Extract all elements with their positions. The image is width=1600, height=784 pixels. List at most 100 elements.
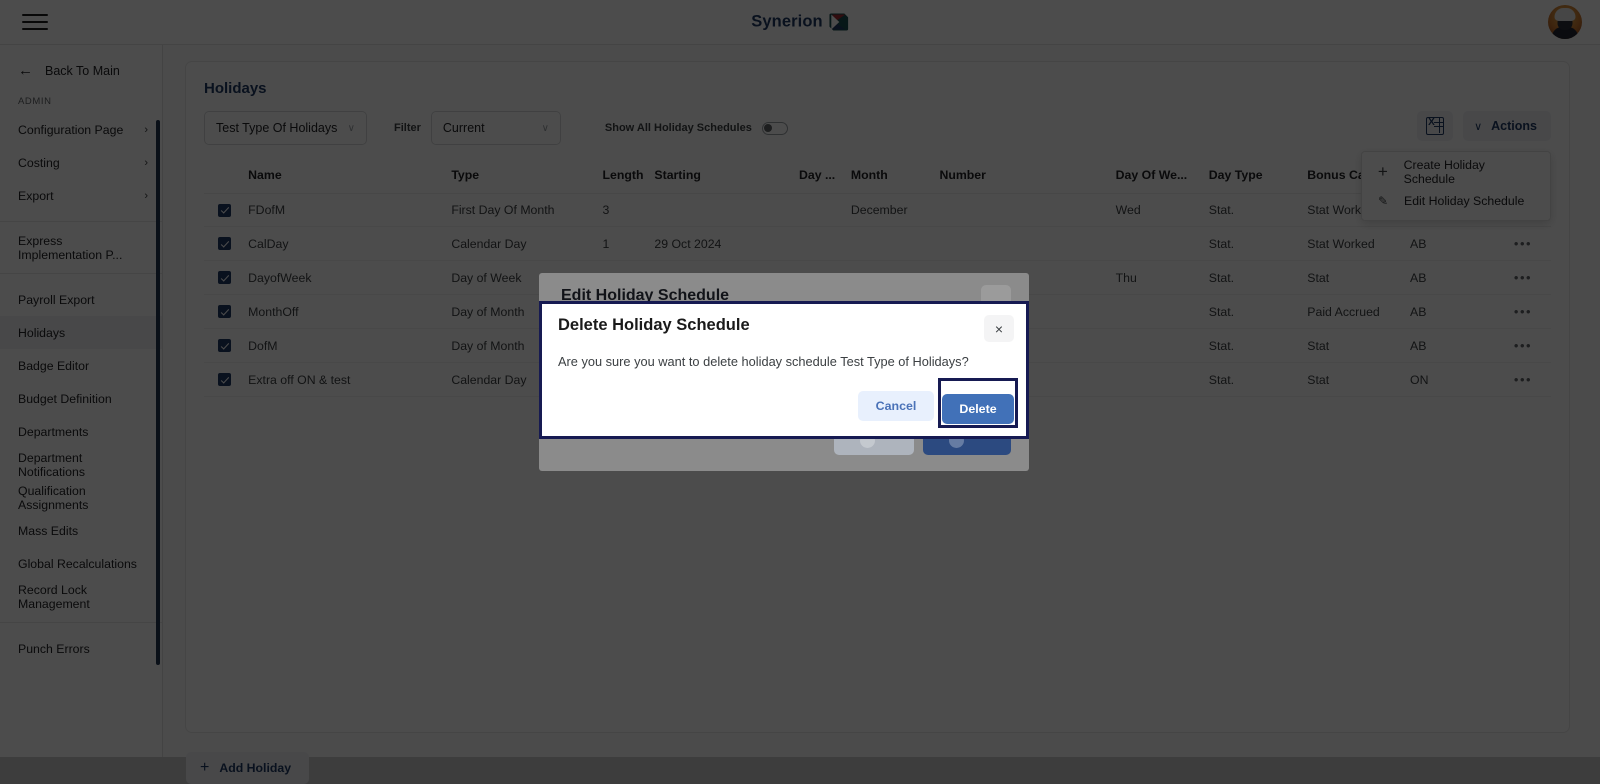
sidebar-item-badge-editor[interactable]: Badge Editor — [0, 349, 162, 382]
table-row[interactable]: CalDay Calendar Day 1 29 Oct 2024 Stat. … — [204, 226, 1551, 261]
row-checkbox[interactable] — [218, 339, 231, 352]
cell-name: CalDay — [248, 226, 452, 261]
cell-length: 3 — [602, 193, 655, 227]
cell-month: December — [850, 193, 940, 227]
row-checkbox[interactable] — [218, 237, 231, 250]
actions-button-label: Actions — [1491, 119, 1537, 133]
page-title: Holidays — [204, 80, 267, 97]
cell-day — [798, 193, 851, 227]
row-checkbox[interactable] — [218, 305, 231, 318]
sidebar-item-budget-definition[interactable]: Budget Definition — [0, 382, 162, 415]
cell-day-type: Stat. — [1208, 294, 1308, 329]
cell-name: DofM — [248, 328, 452, 363]
close-icon[interactable]: × — [984, 315, 1014, 342]
cell-type: Calendar Day — [451, 226, 603, 261]
sidebar-item-export[interactable]: Export › — [0, 179, 162, 212]
cell-day-of-week — [1115, 328, 1209, 363]
cell-day-type: Stat. — [1208, 226, 1308, 261]
sidebar-section-label: ADMIN — [18, 96, 52, 107]
back-to-main-button[interactable]: ← Back To Main — [0, 45, 162, 94]
sidebar-item-configuration-page[interactable]: Configuration Page › — [0, 113, 162, 146]
sidebar-item-departments[interactable]: Departments — [0, 415, 162, 448]
sidebar-item-qualification-assignments[interactable]: Qualification Assignments — [0, 481, 162, 514]
sidebar-item-global-recalculations[interactable]: Global Recalculations — [0, 547, 162, 580]
row-menu-icon[interactable]: ••• — [1514, 270, 1532, 285]
row-menu-icon[interactable]: ••• — [1514, 372, 1532, 387]
column-header-type[interactable]: Type — [451, 159, 603, 194]
delete-dialog-title: Delete Holiday Schedule — [558, 316, 750, 334]
show-all-holiday-schedules-label: Show All Holiday Schedules — [604, 122, 752, 134]
sidebar-item-express-implementation[interactable]: Express Implementation P... — [0, 231, 162, 264]
column-header-day[interactable]: Day ... — [798, 159, 851, 194]
row-menu-icon[interactable]: ••• — [1514, 236, 1532, 251]
row-menu-icon[interactable]: ••• — [1514, 338, 1532, 353]
sidebar-item-label: Badge Editor — [18, 358, 90, 373]
holiday-schedule-select[interactable]: Test Type Of Holidays ∨ — [204, 111, 367, 145]
chevron-down-icon: ∨ — [347, 122, 355, 134]
cell-month — [850, 226, 940, 261]
cell-bonus: Stat Worked — [1307, 226, 1411, 261]
sidebar-divider — [0, 221, 162, 222]
sidebar-item-label: Mass Edits — [18, 523, 79, 538]
sidebar-item-record-lock-management[interactable]: Record Lock Management — [0, 580, 162, 613]
cell-type: First Day Of Month — [451, 193, 603, 227]
menu-item-edit-holiday-schedule[interactable]: ✎ Edit Holiday Schedule — [1362, 186, 1550, 215]
row-checkbox[interactable] — [218, 203, 231, 217]
row-checkbox[interactable] — [218, 271, 231, 284]
cell-day-of-week — [1115, 294, 1209, 329]
sidebar-item-costing[interactable]: Costing › — [0, 146, 162, 179]
excel-export-icon[interactable] — [1417, 111, 1454, 141]
cell-name: DayofWeek — [248, 260, 452, 295]
column-header-starting[interactable]: Starting — [654, 159, 799, 194]
filter-select[interactable]: Current ∨ — [430, 111, 561, 145]
row-menu-icon[interactable]: ••• — [1514, 304, 1532, 319]
cell-name: Extra off ON & test — [248, 362, 452, 397]
sidebar-item-label: Costing — [18, 155, 60, 170]
column-header-number[interactable]: Number — [939, 159, 1116, 194]
add-holiday-label: Add Holiday — [219, 761, 292, 775]
sidebar-item-mass-edits[interactable]: Mass Edits — [0, 514, 162, 547]
cell-number — [939, 193, 1116, 227]
toolbar: Test Type Of Holidays ∨ Filter Current ∨… — [204, 111, 1551, 221]
hamburger-icon[interactable] — [22, 9, 48, 35]
column-header-day-type[interactable]: Day Type — [1208, 159, 1308, 194]
column-header-length[interactable]: Length — [602, 159, 655, 194]
sidebar-item-holidays[interactable]: Holidays — [0, 316, 162, 349]
arrow-left-icon: ← — [18, 62, 33, 79]
row-checkbox[interactable] — [218, 373, 231, 386]
cancel-button[interactable]: Cancel — [858, 391, 934, 421]
column-header-month[interactable]: Month — [850, 159, 940, 194]
delete-button[interactable]: Delete — [942, 394, 1014, 424]
sidebar-item-payroll-export[interactable]: Payroll Export — [0, 283, 162, 316]
cell-name: MonthOff — [248, 294, 452, 329]
column-header-day-of-week[interactable]: Day Of We... — [1115, 159, 1209, 194]
cell-day-of-week: Wed — [1115, 193, 1209, 227]
menu-item-create-holiday-schedule[interactable]: + Create Holiday Schedule — [1362, 157, 1550, 186]
cell-day-type: Stat. — [1208, 362, 1308, 397]
pencil-icon: ✎ — [1377, 193, 1389, 208]
toggle-switch[interactable] — [761, 121, 788, 135]
table-row[interactable]: FDofM First Day Of Month 3 December Wed … — [204, 193, 1551, 227]
sidebar-item-label: Express Implementation P... — [18, 233, 123, 262]
cell-starting: 29 Oct 2024 — [654, 226, 799, 261]
filter-select-value: Current — [442, 121, 485, 135]
show-all-holiday-schedules-toggle[interactable]: Show All Holiday Schedules — [604, 121, 788, 135]
cell-ab: AB — [1410, 294, 1495, 329]
sidebar-item-label: Qualification Assignments — [18, 483, 89, 512]
avatar[interactable] — [1548, 5, 1582, 39]
column-header-select[interactable] — [204, 159, 249, 194]
chevron-down-icon: ∨ — [1474, 120, 1483, 133]
column-header-name[interactable]: Name — [248, 159, 452, 194]
chevron-right-icon: › — [144, 189, 148, 202]
sidebar-scrollbar[interactable] — [156, 120, 160, 665]
cell-ab: AB — [1410, 328, 1495, 363]
cell-bonus: Stat — [1307, 362, 1411, 397]
table-header: Name Type Length Starting Day ... Month … — [204, 159, 1551, 194]
filter-label: Filter — [394, 122, 421, 134]
sidebar-item-punch-errors[interactable]: Punch Errors — [0, 632, 162, 665]
cell-day-type: Stat. — [1208, 260, 1308, 295]
sidebar-item-department-notifications[interactable]: Department Notifications — [0, 448, 162, 481]
chevron-down-icon: ∨ — [541, 122, 549, 134]
cell-bonus: Paid Accrued — [1307, 294, 1411, 329]
actions-button[interactable]: ∨ Actions — [1463, 111, 1551, 141]
